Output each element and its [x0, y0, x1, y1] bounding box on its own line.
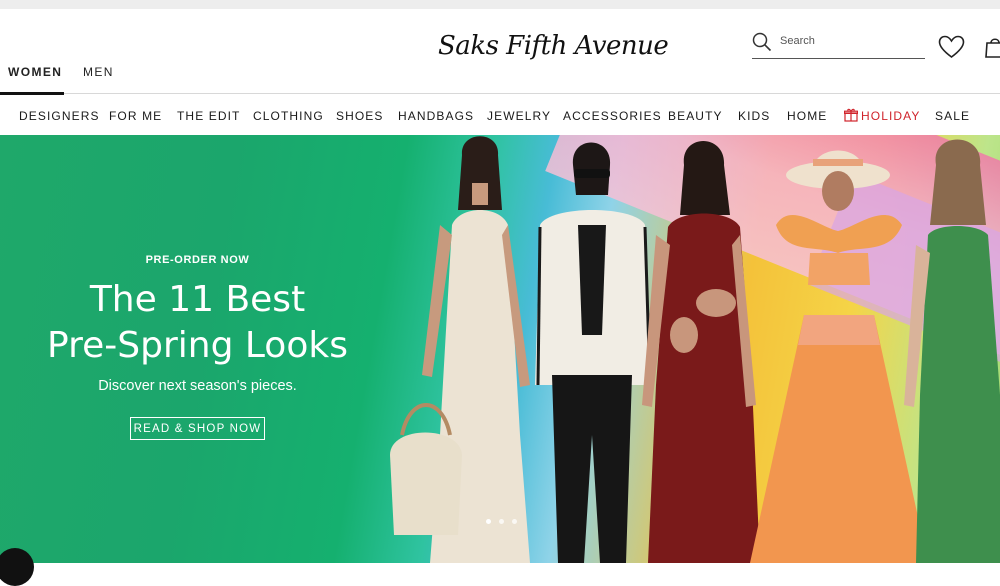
nav-designers[interactable]: DESIGNERS [19, 109, 100, 123]
top-strip [0, 0, 1000, 9]
nav-home[interactable]: HOME [787, 109, 827, 123]
model-tweed-jacket [535, 142, 652, 563]
search-icon[interactable] [752, 32, 772, 52]
hero-headline-line1: The 11 Best [89, 279, 306, 320]
nav-the-edit[interactable]: THE EDIT [177, 109, 240, 123]
hero-banner[interactable]: PRE-ORDER NOW The 11 Best Pre-Spring Loo… [0, 135, 1000, 563]
nav-kids[interactable]: KIDS [738, 109, 770, 123]
read-and-shop-button[interactable]: READ & SHOP NOW [130, 417, 265, 440]
search-bar[interactable] [752, 31, 925, 59]
model-green-dress [904, 139, 1000, 563]
nav-clothing[interactable]: CLOTHING [253, 109, 324, 123]
nav-holiday[interactable]: HOLIDAY [861, 109, 921, 123]
carousel-dot[interactable] [499, 519, 504, 524]
nav-accessories[interactable]: ACCESSORIES [563, 109, 662, 123]
heart-icon[interactable] [938, 35, 965, 59]
tab-men[interactable]: MEN [83, 65, 114, 79]
nav-handbags[interactable]: HANDBAGS [398, 109, 474, 123]
hero-subhead: Discover next season's pieces. [98, 378, 297, 394]
nav-beauty[interactable]: BEAUTY [668, 109, 723, 123]
chat-widget-button[interactable] [0, 548, 34, 586]
carousel-pagination [484, 519, 524, 527]
nav-jewelry[interactable]: JEWELRY [487, 109, 551, 123]
saks-logo[interactable]: Saks Fifth Avenue [438, 31, 669, 61]
model-burgundy-dress [642, 141, 760, 563]
hero-headline: The 11 Best Pre-Spring Looks [0, 277, 395, 369]
site-header: Saks Fifth Avenue WOMEN MEN [0, 9, 1000, 95]
nav-shoes[interactable]: SHOES [336, 109, 384, 123]
nav-sale[interactable]: SALE [935, 109, 970, 123]
search-input[interactable] [780, 35, 920, 47]
nav-for-me[interactable]: FOR ME [109, 109, 162, 123]
hero-models-image [390, 136, 1000, 563]
main-nav: DESIGNERS FOR ME THE EDIT CLOTHING SHOES… [0, 95, 1000, 135]
hero-eyebrow: PRE-ORDER NOW [145, 254, 250, 266]
model-orange-skirt [750, 150, 928, 563]
shopping-bag-icon[interactable] [984, 35, 1000, 59]
model-cream-dress [390, 136, 530, 563]
carousel-dot[interactable] [512, 519, 517, 524]
gift-icon [844, 108, 858, 122]
tab-women[interactable]: WOMEN [8, 65, 62, 79]
hero-headline-line2: Pre-Spring Looks [47, 325, 348, 366]
carousel-dot[interactable] [486, 519, 491, 524]
